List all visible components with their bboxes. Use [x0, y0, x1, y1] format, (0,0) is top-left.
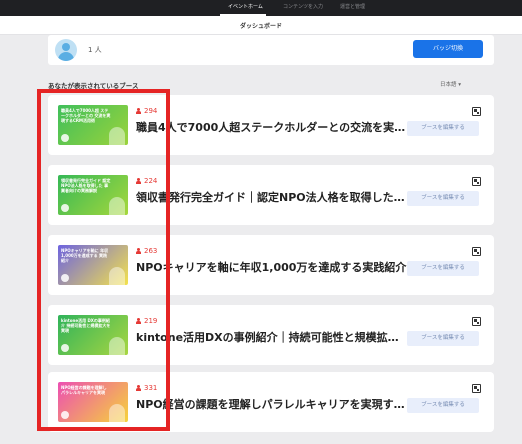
- booth-title[interactable]: 領収書発行完全ガイド｜認定NPO法人格を取得した事...: [136, 189, 408, 205]
- edit-booth-button[interactable]: ブースを編集する: [407, 121, 479, 136]
- avatar: [55, 39, 77, 61]
- booth-title[interactable]: 職員4人で7000人超ステークホルダーとの交流を実現す...: [136, 119, 408, 135]
- user-count: 1 人: [88, 46, 102, 54]
- language-select[interactable]: 日本語 ▾: [440, 80, 461, 88]
- badge-switch-button[interactable]: バッジ切換: [413, 40, 483, 58]
- page-header: ダッシュボード: [0, 16, 522, 35]
- booth-title[interactable]: NPOキャリアを軸に年収1,000万を達成する実践紹介: [136, 259, 408, 275]
- top-nav: イベントホーム コンテンツを入力 運営と管理: [0, 0, 522, 16]
- page-title: ダッシュボード: [239, 23, 282, 30]
- edit-booth-button[interactable]: ブースを編集する: [407, 261, 479, 276]
- tab-operation[interactable]: 運営と管理: [340, 3, 365, 10]
- qr-code-icon[interactable]: [472, 177, 481, 186]
- qr-code-icon[interactable]: [472, 247, 481, 256]
- booth-title[interactable]: NPO経営の課題を理解しパラレルキャリアを実現する...: [136, 396, 408, 412]
- tab-content-input[interactable]: コンテンツを入力: [283, 3, 323, 10]
- edit-booth-button[interactable]: ブースを編集する: [407, 398, 479, 413]
- qr-code-icon[interactable]: [472, 107, 481, 116]
- user-card: 1 人 バッジ切換: [48, 35, 494, 65]
- qr-code-icon[interactable]: [472, 384, 481, 393]
- edit-booth-button[interactable]: ブースを編集する: [407, 331, 479, 346]
- qr-code-icon[interactable]: [472, 317, 481, 326]
- booth-title[interactable]: kintone活用DXの事例紹介｜持続可能性と規模拡大を実...: [136, 329, 408, 345]
- tab-event-home[interactable]: イベントホーム: [228, 3, 263, 10]
- highlight-box: [37, 89, 170, 431]
- edit-booth-button[interactable]: ブースを編集する: [407, 191, 479, 206]
